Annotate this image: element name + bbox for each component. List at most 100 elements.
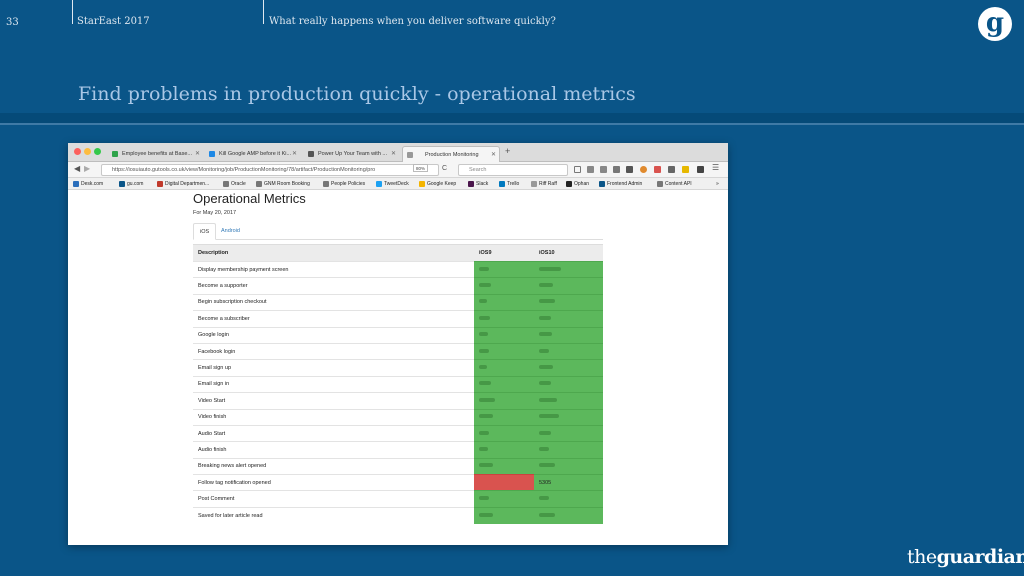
bookmark-label: Slack [476, 181, 489, 187]
extension-icon[interactable] [697, 166, 704, 173]
heading-stripe [0, 113, 1024, 123]
browser-tab-active[interactable]: Production Monitoring ✕ [402, 146, 500, 162]
metric-description: Video Start [193, 392, 474, 410]
redacted-value [479, 332, 488, 337]
bookmark-item[interactable]: Google Keep [418, 179, 456, 189]
metric-cell-ios9 [474, 326, 534, 344]
maximize-window-icon[interactable] [94, 148, 101, 155]
menu-icon[interactable]: ☰ [712, 163, 719, 172]
table-row: Saved for later article read [193, 506, 603, 524]
tab-close-icon[interactable]: ✕ [195, 146, 200, 162]
bookmark-item[interactable]: Desk.com [72, 179, 103, 189]
browser-tab[interactable]: Power Up Your Team with ... ✕ [304, 146, 399, 162]
bookmark-label: Content API [665, 181, 692, 187]
heading-stripe-line [0, 123, 1024, 125]
bookmark-label: Google Keep [427, 181, 457, 187]
table-row: Follow tag notification opened 5305 [193, 474, 603, 491]
metric-cell-ios10 [534, 457, 603, 475]
tab-ios[interactable]: iOS [193, 223, 217, 240]
redacted-value [479, 446, 488, 451]
redacted-value [539, 299, 555, 304]
tab-close-icon[interactable]: ✕ [491, 147, 496, 162]
address-bar[interactable]: https://iosuiauto.gutools.co.uk/view/Mon… [101, 164, 439, 176]
bookmark-favicon-icon [499, 181, 505, 187]
close-window-icon[interactable] [74, 148, 81, 155]
column-header-description: Description [193, 244, 474, 262]
metric-cell-ios9 [474, 506, 534, 524]
bookmark-item[interactable]: Riff Raff [530, 179, 557, 189]
new-tab-icon[interactable]: + [505, 146, 510, 156]
report-date: For May 20, 2017 [193, 210, 237, 216]
back-icon[interactable]: ◀ [74, 164, 80, 173]
metric-cell-ios9 [474, 375, 534, 393]
tab-close-icon[interactable]: ✕ [391, 146, 396, 162]
bookmark-favicon-icon [157, 181, 163, 187]
metric-cell-ios10 [534, 441, 603, 459]
bookmark-item[interactable]: Content API [656, 179, 692, 189]
redacted-value [539, 463, 555, 468]
bookmark-item[interactable]: GNM Room Booking [255, 179, 310, 189]
metric-cell-ios10 [534, 392, 603, 410]
bookmarks-overflow-icon[interactable]: » [716, 179, 719, 189]
reload-icon[interactable]: C [442, 165, 447, 172]
bookmark-item[interactable]: Oracle [222, 179, 246, 189]
redacted-value [539, 414, 559, 419]
browser-tab[interactable]: Employee benefits at Base... ✕ [108, 146, 203, 162]
zoom-level[interactable]: 80% [413, 164, 429, 172]
metric-cell-ios9 [474, 277, 534, 295]
metric-cell-ios10: 5305 [534, 474, 603, 491]
search-input[interactable]: Search [458, 164, 568, 176]
tab-label: Employee benefits at Base... [122, 151, 193, 157]
reading-list-icon[interactable] [587, 166, 594, 173]
metric-cell-ios10 [534, 342, 603, 360]
redacted-value [479, 496, 489, 501]
redacted-value [479, 414, 493, 419]
metric-description: Post Comment [193, 490, 474, 508]
minimize-window-icon[interactable] [84, 148, 91, 155]
forward-icon[interactable]: ▶ [84, 164, 90, 173]
extension-icon[interactable] [640, 166, 647, 173]
redacted-value [539, 332, 552, 337]
bookmark-item[interactable]: Digital Departmen... [156, 179, 209, 189]
bookmark-favicon-icon [419, 181, 425, 187]
browser-tab[interactable]: Kill Google AMP before it Ki... ✕ [205, 146, 300, 162]
redacted-value [479, 315, 490, 320]
metric-value: 5305 [539, 479, 552, 486]
tab-close-icon[interactable]: ✕ [292, 146, 297, 162]
metric-cell-ios9 [474, 392, 534, 410]
bookmark-favicon-icon [73, 181, 79, 187]
tab-favicon-icon [407, 152, 413, 158]
pocket-icon[interactable] [626, 166, 633, 173]
extension-icon[interactable] [682, 166, 689, 173]
redacted-value [539, 397, 557, 402]
redacted-value [479, 512, 493, 517]
bookmark-item[interactable]: gu.com [118, 179, 143, 189]
bookmark-star-icon[interactable] [574, 166, 581, 173]
bookmark-item[interactable]: People Policies [322, 179, 365, 189]
metric-description: Audio Start [193, 424, 474, 442]
header-divider [263, 0, 264, 24]
extension-icon[interactable] [668, 166, 675, 173]
bookmark-label: Oracle [231, 181, 246, 187]
event-name: StarEast 2017 [77, 16, 150, 27]
tab-label: Power Up Your Team with ... [318, 151, 387, 157]
bookmark-item[interactable]: Ophan [565, 179, 589, 189]
home-icon[interactable] [613, 166, 620, 173]
metric-description: Become a subscriber [193, 310, 474, 328]
bookmark-item[interactable]: Trello [498, 179, 519, 189]
bookmark-item[interactable]: Slack [467, 179, 488, 189]
column-header-ios10: iOS10 [534, 244, 603, 262]
downloads-icon[interactable] [600, 166, 607, 173]
adblock-icon[interactable] [654, 166, 661, 173]
bookmark-item[interactable]: TweetDeck [375, 179, 409, 189]
redacted-value [539, 365, 553, 370]
metric-description: Email sign up [193, 359, 474, 377]
redacted-value [539, 496, 549, 501]
tab-android[interactable]: Android [215, 223, 246, 240]
redacted-value [539, 430, 551, 435]
redacted-value [479, 283, 491, 288]
bookmark-label: Riff Raff [539, 181, 557, 187]
tab-label: Kill Google AMP before it Ki... [219, 151, 292, 157]
bookmark-item[interactable]: Frontend Admin [598, 179, 642, 189]
metric-cell-ios10 [534, 490, 603, 508]
